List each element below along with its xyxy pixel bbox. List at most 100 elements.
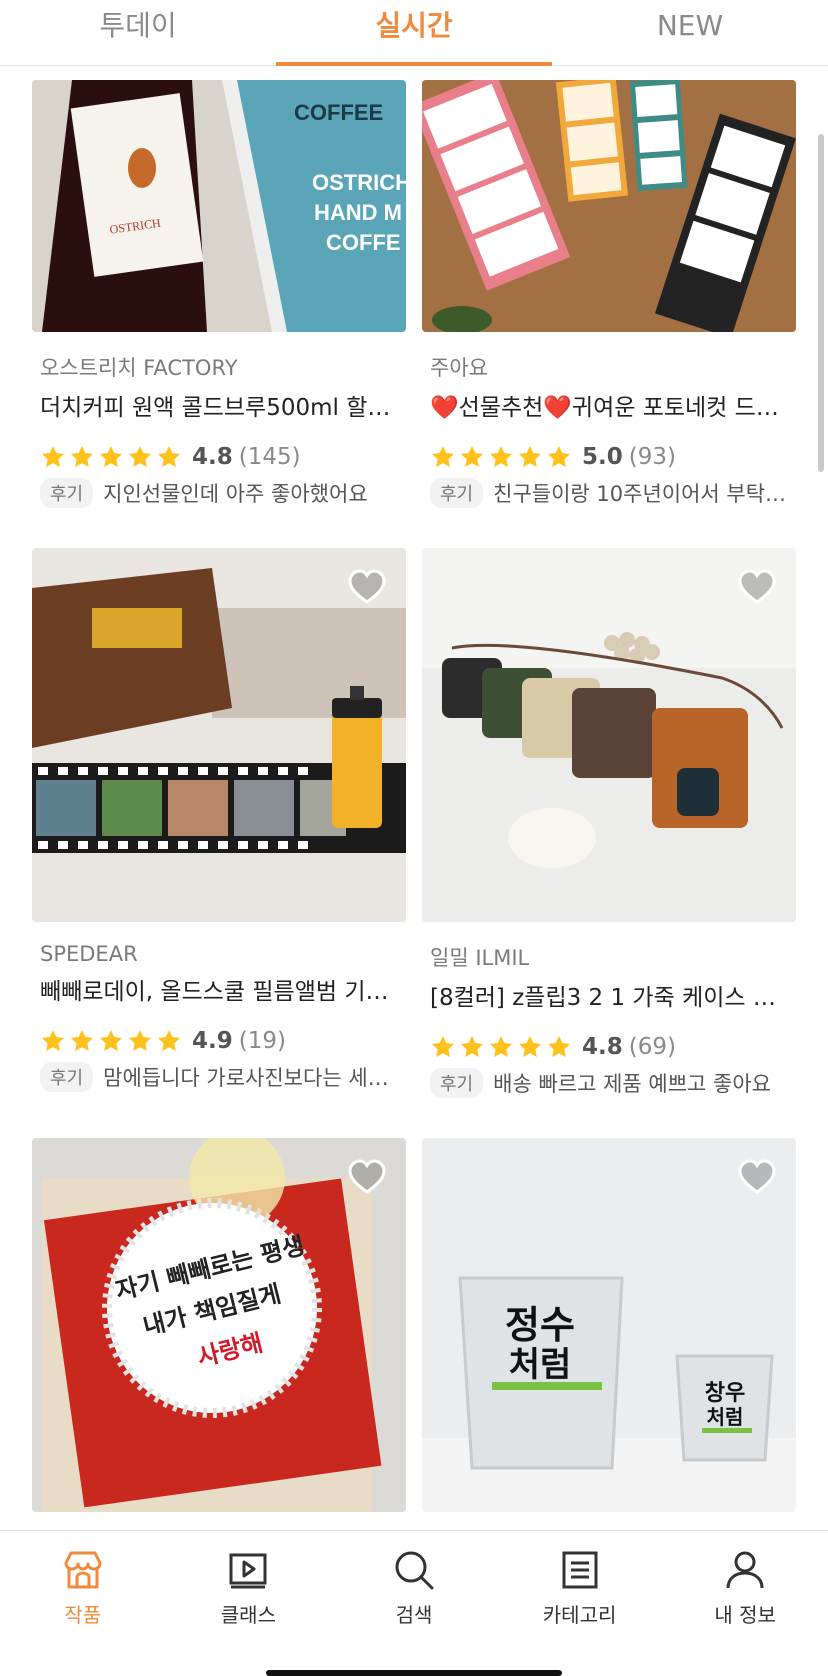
star-rating [40,1028,182,1054]
shop-icon [64,1551,102,1589]
glass-text-1: 정수 [505,1303,575,1347]
nav-item-my-info[interactable]: 내 정보 [662,1531,828,1676]
star-icon [157,445,181,467]
rating-row: 4.8 (145) [40,444,406,470]
star-icon [41,445,65,467]
review-badge: 후기 [430,1068,484,1098]
rating-row: 5.0 (93) [430,444,796,470]
product-card[interactable]: 자기 빼빼로는 평생 내가 책임질게 사랑해 [32,1138,406,1512]
review-text: 지인선물인데 아주 좋아했어요 [103,482,368,506]
nav-item-class[interactable]: 클래스 [166,1531,332,1676]
nav-item-works[interactable]: 작품 [0,1531,166,1676]
photo-booth-drawing-photo [422,80,796,332]
product-title[interactable]: ❤️선물추천❤️귀여운 포토네컷 드로잉 [430,388,792,422]
product-image[interactable] [32,548,406,922]
wishlist-heart-icon[interactable] [736,566,778,608]
product-card[interactable]: 정수 처럼 창우 처럼 [422,1138,796,1512]
review-count: (19) [238,1028,286,1054]
product-title[interactable]: [8컬러] z플립3 2 1 가죽 케이스 스트랩 [430,978,792,1012]
bottom-navigation: 작품 클래스 검색 카테고리 내 정보 [0,1530,828,1676]
review-text: 맘에듭니다 가로사진보다는 세로가 [103,1066,402,1090]
review-badge: 후기 [40,1062,94,1092]
product-image[interactable] [422,548,796,922]
product-image[interactable]: 자기 빼빼로는 평생 내가 책임질게 사랑해 [32,1138,406,1512]
star-rating [40,444,182,470]
svg-text:COFFEE: COFFEE [294,100,383,125]
wishlist-heart-icon[interactable] [346,566,388,608]
nav-label: 작품 [64,1603,102,1627]
review-count: (93) [628,444,676,470]
product-title[interactable]: 더치커피 원액 콜드브루500ml 할인 선물세트 [40,388,402,422]
nav-item-category[interactable]: 카테고리 [497,1531,663,1676]
star-icon [70,445,94,467]
star-icon [99,445,123,467]
wishlist-heart-icon[interactable] [346,1156,388,1198]
review-row: 후기 지인선물인데 아주 좋아했어요 [40,478,402,508]
star-rating [430,444,572,470]
shop-name: 일밀 ILMIL [430,946,530,970]
list-icon [562,1551,598,1589]
svg-text:COFFE: COFFE [326,230,401,255]
product-card[interactable]: SPEDEAR 빼빼로데이, 올드스쿨 필름앨범 기념일 선물 4.9 (19)… [32,548,406,1092]
product-image[interactable] [422,80,796,332]
review-row: 후기 맘에듭니다 가로사진보다는 세로가 [40,1062,402,1092]
tab-new[interactable]: NEW [552,0,828,65]
star-icon [460,445,484,467]
rating-row: 4.9 (19) [40,1028,406,1054]
tab-realtime[interactable]: 실시간 [276,0,552,66]
glass-text-4: 처럼 [707,1405,744,1429]
product-title[interactable]: 빼빼로데이, 올드스쿨 필름앨범 기념일 선물 [40,972,402,1006]
star-icon [99,1029,123,1051]
star-icon [157,1029,181,1051]
shop-name: SPEDEAR [40,942,138,966]
product-card[interactable]: 주아요 ❤️선물추천❤️귀여운 포토네컷 드로잉 5.0 (93) 후기 친구들… [422,80,796,508]
star-icon [547,445,571,467]
rating-score: 4.9 [192,1028,233,1054]
review-count: (145) [238,444,301,470]
star-icon [489,1035,513,1057]
star-icon [70,1029,94,1051]
shop-name: 주아요 [430,356,488,380]
search-icon [395,1551,434,1590]
product-image[interactable]: 정수 처럼 창우 처럼 [422,1138,796,1512]
nav-label: 클래스 [220,1603,276,1627]
star-icon [431,1035,455,1057]
review-row: 후기 배송 빠르고 제품 예쁘고 좋아요 [430,1068,792,1098]
scrollbar[interactable] [818,134,824,472]
star-icon [518,1035,542,1057]
star-icon [431,445,455,467]
rating-score: 4.8 [582,1034,623,1060]
rating-row: 4.8 (69) [430,1034,796,1060]
review-badge: 후기 [430,478,484,508]
star-icon [128,445,152,467]
review-row: 후기 친구들이랑 10주년이어서 부탁드렸어요 [430,478,792,508]
tab-today[interactable]: 투데이 [0,0,276,65]
star-icon [41,1029,65,1051]
star-icon [489,445,513,467]
person-icon [726,1551,764,1589]
review-count: (69) [628,1034,676,1060]
nav-item-search[interactable]: 검색 [331,1531,497,1676]
star-rating [430,1034,572,1060]
product-card[interactable]: 일밀 ILMIL [8컬러] z플립3 2 1 가죽 케이스 스트랩 4.8 (… [422,548,796,1098]
svg-text:OSTRICH: OSTRICH [312,170,406,195]
nav-label: 카테고리 [542,1603,617,1627]
glass-text-3: 창우 [705,1381,745,1406]
star-icon [460,1035,484,1057]
rating-score: 5.0 [582,444,623,470]
nav-label: 내 정보 [714,1603,776,1627]
top-tab-bar: 투데이 실시간 NEW [0,0,828,66]
home-indicator [266,1670,562,1676]
wishlist-heart-icon[interactable] [736,1156,778,1198]
review-badge: 후기 [40,478,94,508]
product-image[interactable]: COFFEE OSTRICH HAND M COFFE OSTRICH [32,80,406,332]
star-icon [518,445,542,467]
shop-name: 오스트리치 FACTORY [40,356,238,380]
svg-text:HAND M: HAND M [314,200,402,225]
wine-bottle-coffee-photo: COFFEE OSTRICH HAND M COFFE OSTRICH [32,80,406,332]
star-icon [547,1035,571,1057]
review-text: 배송 빠르고 제품 예쁘고 좋아요 [493,1072,771,1096]
product-card[interactable]: COFFEE OSTRICH HAND M COFFE OSTRICH 오스트리… [32,80,406,508]
play-icon [229,1553,267,1589]
review-text: 친구들이랑 10주년이어서 부탁드렸어요 [493,482,792,506]
